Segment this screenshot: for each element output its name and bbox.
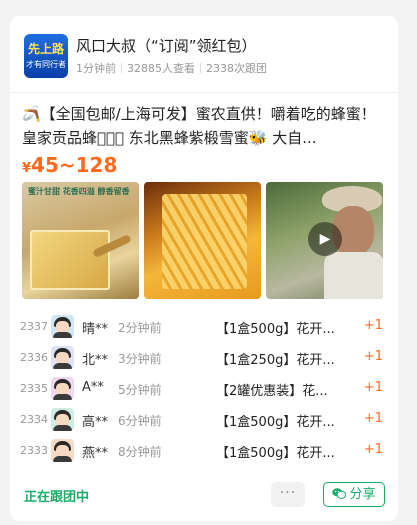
post-time: 1分钟前 — [76, 62, 116, 75]
honey-box-image — [30, 230, 110, 290]
order-row[interactable]: 2337 晴** 2分钟前 【1盒500g】花开... +1 — [10, 312, 398, 343]
order-number: 2333 — [20, 444, 48, 457]
order-item: 【2罐优惠装】花... — [216, 384, 328, 399]
buyer-name: 晴** — [82, 322, 109, 337]
beekeeper-body — [324, 252, 383, 299]
order-item: 【1盒250g】花开... — [216, 353, 335, 368]
price-range: ¥45~128 — [22, 153, 117, 177]
order-time: 6分钟前 — [118, 414, 162, 428]
order-number: 2334 — [20, 413, 48, 426]
buyer-avatar — [51, 408, 74, 431]
honeycomb-image — [162, 194, 247, 289]
buyer-avatar — [51, 439, 74, 462]
order-list: 2337 晴** 2分钟前 【1盒500g】花开... +1 2336 北** … — [10, 312, 398, 467]
order-quantity: +1 — [363, 411, 383, 426]
follow-count: 2338次跟团 — [206, 62, 267, 75]
order-item: 【1盒500g】花开... — [216, 446, 335, 461]
meta-divider — [121, 63, 122, 73]
view-count: 32885人查看 — [127, 62, 195, 75]
post-meta: 1分钟前 32885人查看 2338次跟团 — [76, 60, 267, 76]
avatar-text-line1: 先上路 — [27, 42, 64, 56]
order-time: 8分钟前 — [118, 445, 162, 459]
order-number: 2336 — [20, 351, 48, 364]
order-time: 3分钟前 — [118, 352, 162, 366]
share-button[interactable]: 分享 — [323, 482, 385, 507]
share-label: 分享 — [349, 487, 376, 502]
order-item: 【1盒500g】花开... — [216, 322, 335, 337]
order-item: 【1盒500g】花开... — [216, 415, 335, 430]
photo-caption: 蜜汁甘甜 花香四溢 醇香留香 — [28, 187, 130, 196]
post-header: 先上路 才有同行者 风口大叔（“订阅”领红包） 1分钟前 32885人查看 2338… — [24, 34, 388, 80]
order-row[interactable]: 2334 高** 6分钟前 【1盒500g】花开... +1 — [10, 405, 398, 436]
meta-divider — [200, 63, 201, 73]
order-quantity: +1 — [363, 380, 383, 395]
order-time: 5分钟前 — [118, 383, 162, 397]
buyer-avatar — [51, 315, 74, 338]
beekeeper-video-thumbnail[interactable]: ▶ — [266, 182, 383, 299]
buyer-avatar — [51, 377, 74, 400]
price-currency: ¥ — [22, 161, 32, 176]
header-divider — [10, 92, 398, 93]
product-description[interactable]: 🪃【全国包邮/上海可发】蜜农直供！嚼着吃的蜂蜜！皇家贡品蜂蜜🏻🏻 东北黑蜂紫椴雪… — [22, 102, 386, 150]
order-quantity: +1 — [363, 318, 383, 333]
more-button[interactable]: ··· — [271, 482, 305, 507]
order-number: 2337 — [20, 320, 48, 333]
card-footer: 正在跟团中 ··· 分享 — [10, 482, 398, 508]
buyer-name: 燕** — [82, 446, 109, 461]
buyer-name: A** — [82, 380, 104, 395]
order-time: 2分钟前 — [118, 321, 162, 335]
order-number: 2335 — [20, 382, 48, 395]
play-icon[interactable]: ▶ — [308, 222, 342, 256]
order-row[interactable]: 2333 燕** 8分钟前 【1盒500g】花开... +1 — [10, 436, 398, 467]
honeycomb-photo[interactable] — [144, 182, 261, 299]
wechat-icon — [332, 488, 347, 499]
price-value: 45~128 — [31, 153, 118, 177]
publisher-name[interactable]: 风口大叔（“订阅”领红包） — [76, 35, 257, 56]
buyer-avatar — [51, 346, 74, 369]
publisher-avatar[interactable]: 先上路 才有同行者 — [24, 34, 68, 78]
buyer-name: 北** — [82, 353, 109, 368]
order-quantity: +1 — [363, 349, 383, 364]
more-icon: ··· — [279, 485, 297, 501]
group-buy-card[interactable]: 先上路 才有同行者 风口大叔（“订阅”领红包） 1分钟前 32885人查看 2338… — [10, 16, 398, 521]
order-row[interactable]: 2335 A** 5分钟前 【2罐优惠装】花... +1 — [10, 374, 398, 405]
group-status: 正在跟团中 — [24, 490, 90, 505]
avatar-text-line2: 才有同行者 — [26, 60, 66, 69]
order-row[interactable]: 2336 北** 3分钟前 【1盒250g】花开... +1 — [10, 343, 398, 374]
order-quantity: +1 — [363, 442, 383, 457]
photo-gallery: 蜜汁甘甜 花香四溢 醇香留香 ▶ — [22, 182, 383, 299]
honey-box-photo[interactable]: 蜜汁甘甜 花香四溢 醇香留香 — [22, 182, 139, 299]
buyer-name: 高** — [82, 415, 109, 430]
